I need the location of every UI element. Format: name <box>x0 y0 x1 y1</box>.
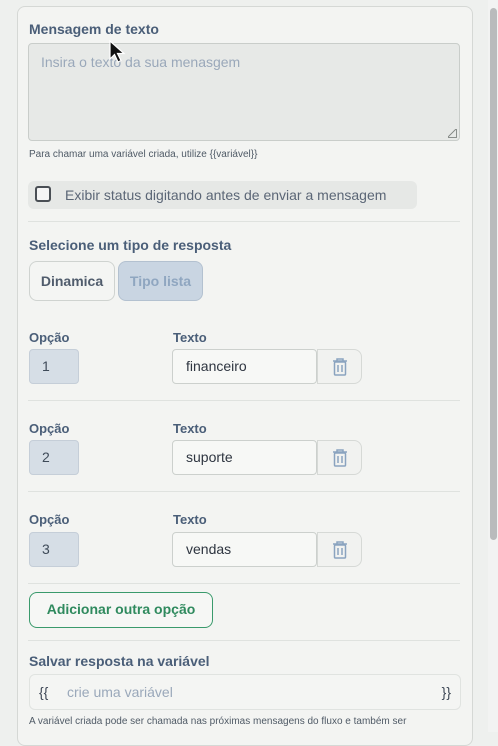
option-column-label: Opção <box>29 330 70 345</box>
divider <box>28 400 460 401</box>
divider <box>28 640 460 641</box>
variable-note: A variável criada pode ser chamada nas p… <box>29 716 407 727</box>
add-option-button[interactable]: Adicionar outra opção <box>29 592 213 628</box>
save-variable-title: Salvar resposta na variável <box>29 653 210 669</box>
typing-status-toggle[interactable]: Exibir status digitando antes de enviar … <box>28 181 417 209</box>
message-title: Mensagem de texto <box>29 21 159 37</box>
delete-option-button[interactable] <box>317 440 362 475</box>
trash-icon <box>333 358 347 376</box>
option-column-label: Opção <box>29 421 70 436</box>
option-number-field[interactable]: 3 <box>29 532 79 567</box>
divider <box>28 583 460 584</box>
scrollbar-thumb[interactable] <box>490 8 497 540</box>
text-column-label: Texto <box>173 421 207 436</box>
response-type-list-button[interactable]: Tipo lista <box>118 261 203 301</box>
variable-hint: Para chamar uma variável criada, utilize… <box>29 149 258 160</box>
response-type-dinamica-button[interactable]: Dinamica <box>29 261 115 301</box>
response-type-title: Selecione um tipo de resposta <box>29 237 232 253</box>
divider <box>28 221 460 222</box>
text-column-label: Texto <box>173 512 207 527</box>
variable-placeholder: crie uma variável <box>67 684 173 700</box>
typing-status-checkbox[interactable] <box>35 186 51 202</box>
option-text-field[interactable]: suporte <box>172 440 317 475</box>
option-text-field[interactable]: financeiro <box>172 349 317 384</box>
text-column-label: Texto <box>173 330 207 345</box>
message-textarea[interactable]: Insira o texto da sua menasgem <box>28 43 460 141</box>
right-brace-label: }} <box>441 684 451 700</box>
message-placeholder: Insira o texto da sua menasgem <box>41 54 241 70</box>
typing-status-label: Exibir status digitando antes de enviar … <box>65 187 387 203</box>
left-brace-label: {{ <box>39 684 49 700</box>
resize-handle-icon[interactable] <box>448 129 457 138</box>
trash-icon <box>333 449 347 467</box>
divider <box>28 491 460 492</box>
option-number-field[interactable]: 1 <box>29 349 79 384</box>
option-column-label: Opção <box>29 512 70 527</box>
option-number-field[interactable]: 2 <box>29 440 79 475</box>
delete-option-button[interactable] <box>317 349 362 384</box>
vertical-scrollbar[interactable] <box>488 0 498 732</box>
mouse-pointer-icon <box>109 40 126 63</box>
variable-name-input[interactable]: {{ crie uma variável }} <box>29 674 461 710</box>
option-text-field[interactable]: vendas <box>172 532 317 567</box>
delete-option-button[interactable] <box>317 532 362 567</box>
trash-icon <box>333 541 347 559</box>
